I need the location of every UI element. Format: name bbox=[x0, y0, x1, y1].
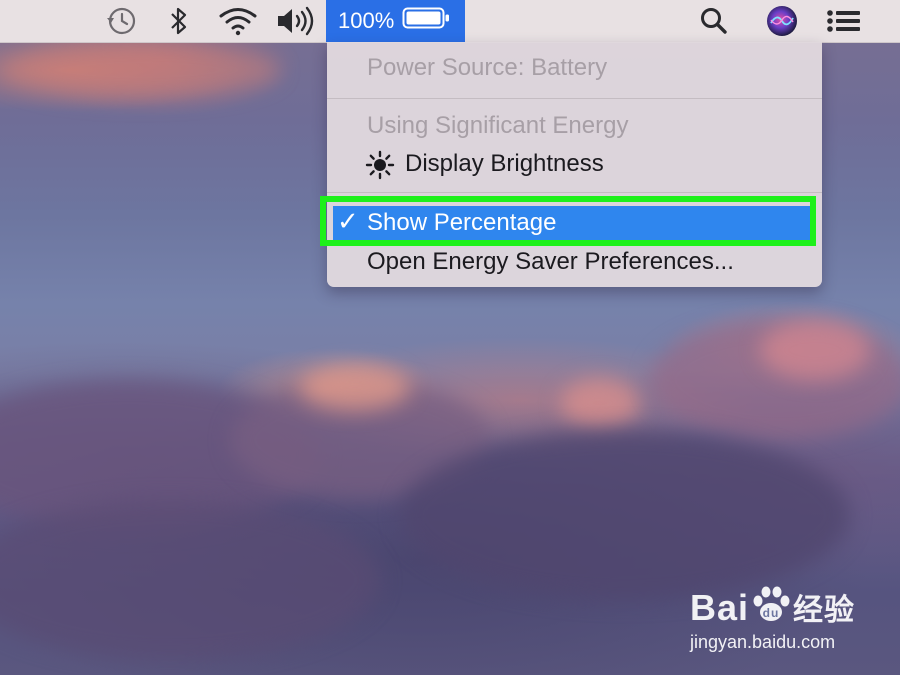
battery-percentage-label: 100% bbox=[338, 8, 395, 33]
baidu-jingyan-watermark: Bai du 经验 jingyan.baidu.com bbox=[690, 580, 890, 660]
menu-separator bbox=[327, 98, 822, 99]
wifi-icon[interactable] bbox=[216, 0, 260, 42]
watermark-logo: Bai du 经验 bbox=[690, 584, 855, 629]
wallpaper-cloud bbox=[0, 40, 280, 100]
battery-icon bbox=[402, 6, 452, 36]
significant-energy-label: Using Significant Energy bbox=[367, 112, 629, 139]
display-brightness-label: Display Brightness bbox=[405, 150, 604, 177]
battery-menu-extra[interactable]: 100% bbox=[326, 0, 465, 42]
watermark-url: jingyan.baidu.com bbox=[690, 632, 836, 652]
svg-text:du: du bbox=[763, 606, 780, 620]
sun-icon bbox=[365, 150, 395, 188]
energy-saver-preferences-label: Open Energy Saver Preferences... bbox=[367, 248, 734, 275]
bluetooth-icon[interactable] bbox=[162, 0, 196, 42]
wallpaper-cloud bbox=[300, 365, 410, 410]
wallpaper-cloud bbox=[400, 430, 850, 600]
power-source-label: Power Source: Battery bbox=[367, 54, 608, 81]
desktop: 100% Power Source: Battery Using Signifi… bbox=[0, 0, 900, 675]
baidu-paw-icon: du bbox=[749, 584, 793, 629]
watermark-logo-text-start: Bai bbox=[690, 587, 750, 628]
menu-separator bbox=[327, 192, 822, 193]
time-machine-icon[interactable] bbox=[100, 0, 140, 42]
wallpaper-cloud bbox=[560, 378, 640, 428]
menu-bar: 100% bbox=[0, 0, 900, 43]
battery-dropdown-menu: Power Source: Battery Using Significant … bbox=[327, 42, 822, 287]
notification-center-icon[interactable] bbox=[820, 0, 866, 42]
annotation-highlight-box bbox=[320, 196, 816, 246]
volume-icon[interactable] bbox=[274, 0, 320, 42]
siri-icon[interactable] bbox=[762, 0, 802, 42]
wallpaper-cloud bbox=[0, 500, 380, 660]
watermark-logo-text-end: 经验 bbox=[793, 593, 856, 628]
spotlight-search-icon[interactable] bbox=[694, 0, 734, 42]
wallpaper-cloud bbox=[760, 320, 870, 380]
